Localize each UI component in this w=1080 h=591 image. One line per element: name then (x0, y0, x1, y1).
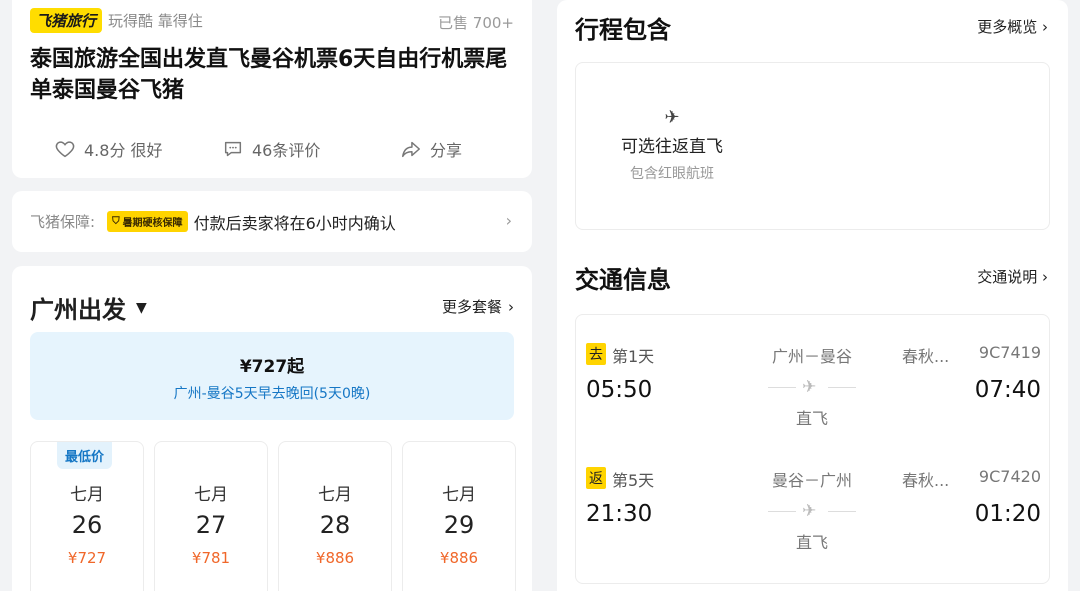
package-option[interactable]: ¥727起 广州-曼谷5天早去晚回(5天0晚) (30, 332, 514, 420)
leg-route: 曼谷－广州 (771, 471, 852, 490)
route-line (768, 511, 796, 512)
leg-route: 广州－曼谷 (771, 347, 852, 366)
leg-departure-time: 21:30 (586, 501, 653, 527)
reviews-stat[interactable]: 46条评价 (222, 137, 320, 161)
leg-flight-number: 9C7420 (978, 467, 1041, 486)
chevron-right-icon: › (508, 297, 514, 316)
package-desc: 广州-曼谷5天早去晚回(5天0晚) (173, 386, 371, 402)
date-month: 七月 (318, 485, 352, 505)
leg-flight-number: 9C7419 (978, 343, 1041, 362)
chevron-right-icon: › (1042, 268, 1048, 286)
date-month: 七月 (442, 485, 476, 505)
date-price: ¥886 (439, 549, 479, 567)
airplane-icon: ✈ (802, 501, 817, 521)
transport-info-label: 交通说明 (977, 268, 1038, 286)
date-month: 七月 (70, 485, 104, 505)
comment-icon (224, 141, 242, 157)
heart-icon (55, 141, 75, 158)
date-option[interactable]: 七月 29 ¥886 (402, 441, 516, 591)
leg-tag: 返 (586, 467, 606, 489)
itinerary-item-main: 可选往返直飞 (621, 137, 723, 157)
departure-card: 广州出发 ▼ 更多套餐 › ¥727起 广州-曼谷5天早去晚回(5天0晚) 最低… (12, 266, 532, 591)
date-option[interactable]: 七月 27 ¥781 (154, 441, 268, 591)
sold-count: 已售 700+ (438, 14, 514, 32)
transport-title: 交通信息 (575, 266, 671, 294)
date-month: 七月 (194, 485, 228, 505)
leg-line: ✈ (768, 377, 856, 397)
guarantee-row[interactable]: 飞猪保障: ⛉ 暑期硬核保障 付款后卖家将在6小时内确认 › (12, 191, 532, 252)
guarantee-label: 飞猪保障: (30, 213, 96, 231)
guarantee-badge: ⛉ 暑期硬核保障 (107, 211, 188, 232)
date-day: 27 (195, 511, 227, 539)
route-line (828, 387, 856, 388)
itinerary-box: ✈ 可选往返直飞 包含红眼航班 (575, 62, 1050, 230)
right-column: 行程包含 更多概览 › ✈ 可选往返直飞 包含红眼航班 交通信息 交通说明 › … (557, 0, 1068, 591)
share-button[interactable]: 分享 (400, 137, 462, 161)
itinerary-more-label: 更多概览 (977, 18, 1038, 36)
leg-departure-time: 05:50 (586, 377, 653, 403)
itinerary-more-link[interactable]: 更多概览 › (977, 16, 1048, 37)
transport-info-link[interactable]: 交通说明 › (977, 266, 1048, 287)
caret-down-icon: ▼ (136, 299, 147, 316)
date-price: ¥727 (67, 549, 107, 567)
date-option[interactable]: 七月 28 ¥886 (278, 441, 392, 591)
lowest-price-badge: 最低价 (57, 442, 113, 469)
leg-arrival-time: 01:20 (974, 501, 1041, 527)
flight-leg[interactable]: 返 第5天 21:30 曼谷－广州 ✈ 直飞 春秋... 9C7420 01:2… (576, 467, 1051, 577)
chevron-right-icon: › (505, 211, 512, 230)
leg-day: 第5天 (612, 471, 655, 490)
rating-stat[interactable]: 4.8分 很好 (54, 137, 163, 161)
leg-type: 直飞 (795, 409, 828, 428)
itinerary-item-sub: 包含红眼航班 (630, 166, 714, 182)
transport-box: 去 第1天 05:50 广州－曼谷 ✈ 直飞 春秋... 9C7419 07:4… (575, 314, 1050, 584)
reviews-label: 46条评价 (252, 141, 321, 160)
leg-arrival-time: 07:40 (974, 377, 1041, 403)
guarantee-text: 付款后卖家将在6小时内确认 (193, 213, 396, 233)
date-day: 28 (319, 511, 351, 539)
more-packages-label: 更多套餐 (441, 298, 502, 316)
date-option[interactable]: 最低价 七月 26 ¥727 (30, 441, 144, 591)
leg-day: 第1天 (612, 347, 655, 366)
route-line (828, 511, 856, 512)
leg-airline: 春秋... (902, 471, 950, 490)
guarantee-badge-label: 暑期硬核保障 (122, 218, 183, 229)
product-card: 飞猪旅行 玩得酷 靠得住 已售 700+ 泰国旅游全国出发直飞曼谷机票6天自由行… (12, 0, 532, 178)
chevron-right-icon: › (1042, 18, 1048, 36)
rating-label: 4.8分 很好 (84, 141, 163, 160)
share-icon (402, 141, 420, 158)
shield-icon: ⛉ (112, 216, 120, 227)
date-price: ¥781 (191, 549, 231, 567)
route-line (768, 387, 796, 388)
departure-city: 广州出发 (30, 296, 126, 324)
share-label: 分享 (430, 141, 463, 160)
brand-row: 飞猪旅行 玩得酷 靠得住 (30, 8, 203, 33)
departure-city-selector[interactable]: 广州出发 ▼ (30, 290, 147, 325)
package-price: ¥727起 (239, 357, 305, 377)
product-title: 泰国旅游全国出发直飞曼谷机票6天自由行机票尾单泰国曼谷飞猪 (30, 47, 508, 103)
more-packages-link[interactable]: 更多套餐 › (442, 296, 514, 317)
airplane-icon: ✈ (802, 377, 817, 397)
leg-line: ✈ (768, 501, 856, 521)
date-day: 29 (443, 511, 475, 539)
date-list: 最低价 七月 26 ¥727 七月 27 ¥781 七月 28 ¥886 七月 … (30, 441, 516, 591)
leg-type: 直飞 (795, 533, 828, 552)
flight-leg[interactable]: 去 第1天 05:50 广州－曼谷 ✈ 直飞 春秋... 9C7419 07:4… (576, 343, 1051, 453)
leg-airline: 春秋... (902, 347, 950, 366)
leg-tag: 去 (586, 343, 606, 365)
itinerary-title: 行程包含 (575, 16, 671, 44)
date-price: ¥886 (315, 549, 355, 567)
date-day: 26 (71, 511, 103, 539)
itinerary-item[interactable]: ✈ 可选往返直飞 包含红眼航班 (602, 107, 742, 183)
airplane-icon: ✈ (664, 107, 680, 128)
brand-logo[interactable]: 飞猪旅行 (30, 8, 103, 33)
brand-slogan: 玩得酷 靠得住 (108, 12, 203, 30)
